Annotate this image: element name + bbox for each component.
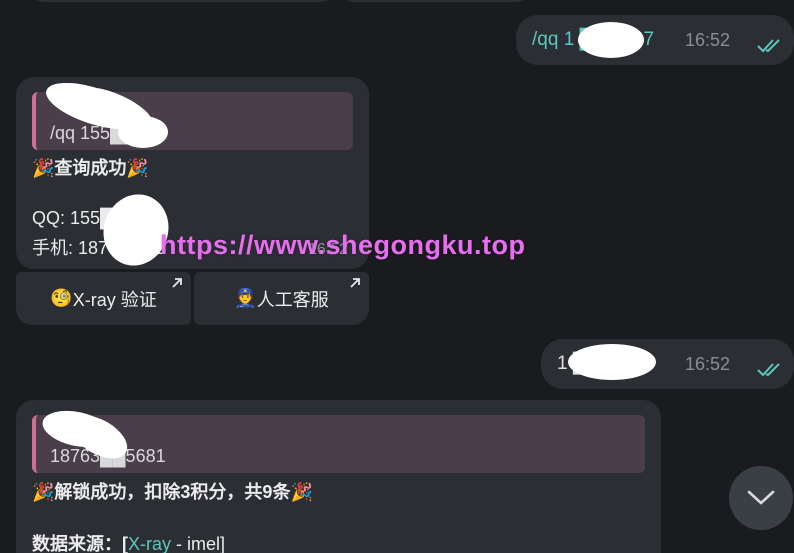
party-popper-icon: 🎉 (32, 482, 55, 502)
human-support-label: 人工客服 (256, 289, 329, 310)
incoming-message[interactable]: 18763██5681 🎉解锁成功，扣除3积分，共9条🎉 数据来源：[X-ray… (16, 400, 661, 553)
party-popper-icon: 🎉 (290, 482, 313, 502)
double-check-icon (757, 39, 780, 53)
message-time: 16:52 (684, 29, 730, 50)
party-popper-icon: 🎉 (126, 158, 149, 178)
data-source-prefix: 数据来源：[ (32, 534, 128, 553)
message-time: 16:52 (684, 353, 730, 374)
xray-link[interactable]: X-ray (128, 534, 171, 553)
xray-verify-button[interactable]: 🧐 X-ray 验证 (16, 272, 191, 325)
message-title-text: 解锁成功，扣除3积分，共9条 (54, 482, 291, 502)
arrow-up-right-icon (350, 278, 360, 288)
party-popper-icon: 🎉 (32, 158, 55, 178)
chevron-down-icon (747, 490, 775, 505)
police-officer-icon: 👮 (234, 288, 257, 308)
message-title-text: 查询成功 (54, 158, 127, 178)
watermark-text: https://www.shegongku.top (160, 230, 526, 260)
outgoing-message[interactable]: /qq 1 ██ 2567 16:52 (516, 15, 794, 65)
data-source-line: 数据来源：[X-ray - imel] (32, 530, 225, 553)
arrow-up-right-icon (172, 278, 182, 288)
redaction-blob (568, 344, 656, 380)
previous-bubble-fragment (340, 0, 530, 2)
redaction-blob (578, 22, 644, 58)
data-source-suffix: - imel] (171, 534, 226, 553)
message-title: 🎉查询成功🎉 (32, 154, 149, 180)
xray-verify-label: X-ray 验证 (72, 289, 157, 310)
previous-bubble-fragment (30, 0, 335, 2)
monocle-face-icon: 🧐 (50, 288, 73, 308)
redaction-blob (92, 432, 126, 456)
double-check-icon (757, 363, 780, 377)
human-support-button[interactable]: 👮 人工客服 (194, 272, 369, 325)
redaction-blob (118, 116, 168, 148)
scroll-down-button[interactable] (729, 466, 793, 530)
message-title: 🎉解锁成功，扣除3积分，共9条🎉 (32, 478, 313, 504)
